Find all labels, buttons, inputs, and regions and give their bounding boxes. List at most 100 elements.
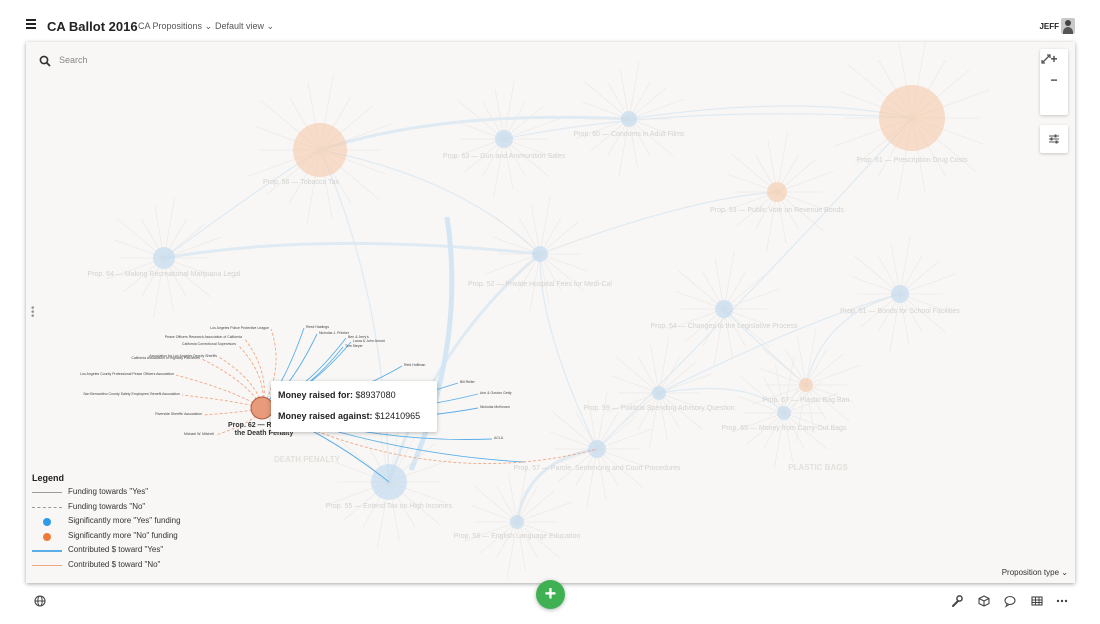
legend-item: Significantly more "No" funding: [32, 531, 232, 546]
proposition-type-dropdown[interactable]: Proposition type ⌄: [1002, 568, 1068, 577]
background-edge: [163, 241, 541, 260]
node-prop-62-focused[interactable]: [250, 396, 274, 420]
node-label[interactable]: Prop. 60 — Condoms in Adult Films: [574, 131, 685, 138]
node-label[interactable]: Prop. 54 — Changes to the Legislative Pr…: [650, 323, 798, 330]
legend-line-icon: [32, 492, 62, 493]
globe-icon[interactable]: [33, 594, 47, 608]
legend-title: Legend: [32, 473, 65, 483]
background-spoke: [805, 365, 860, 386]
node-proposition[interactable]: [510, 515, 524, 529]
background-spoke: [495, 216, 541, 255]
contributor-label: San Bernardino County Safety Employees' …: [83, 392, 180, 396]
contributor-label: Nicholas McKeown: [480, 405, 510, 409]
sliders-icon: [1049, 134, 1059, 144]
node-label[interactable]: Prop. 57 — Parole, Sentencing and Court …: [514, 465, 681, 472]
search-input[interactable]: [57, 54, 261, 66]
contributor-label: Riverside Sheriffs' Association: [155, 412, 202, 416]
more-options-icon[interactable]: [1055, 594, 1069, 608]
dataset-dropdown[interactable]: CA Propositions ⌄: [138, 21, 212, 32]
node-proposition[interactable]: [293, 123, 347, 177]
node-label[interactable]: Prop. 52 — Private Hospital Fees for Med…: [468, 281, 612, 288]
node-label[interactable]: Prop. 59 — Political Spending Advisory Q…: [583, 405, 734, 412]
contributor-label: ACLU: [494, 436, 504, 440]
background-spoke: [516, 521, 561, 559]
background-spoke: [740, 376, 785, 414]
legend-dot-icon: [43, 518, 51, 526]
node-proposition[interactable]: [879, 85, 945, 151]
background-spoke: [516, 490, 555, 523]
contributor-label: California Association of Highway Patrol…: [131, 356, 200, 360]
tooltip-for-row: Money raised for: $8937080: [278, 390, 396, 400]
node-proposition[interactable]: [652, 386, 666, 400]
contributor-label: Laura & John Arnold: [353, 339, 385, 343]
legend: Legend Funding towards "Yes" Funding towa…: [32, 473, 232, 574]
group-label-death-penalty: DEATH PENALTY: [274, 455, 341, 464]
node-label[interactable]: Prop. 58 — English Language Education: [454, 533, 581, 540]
legend-item: Funding towards "Yes": [32, 487, 232, 502]
node-label[interactable]: Prop. 61 — Prescription Drug Costs: [856, 157, 968, 164]
hamburger-menu-icon[interactable]: [26, 19, 36, 29]
legend-item-label: Funding towards "Yes": [68, 487, 149, 496]
background-spoke: [615, 356, 660, 394]
node-proposition[interactable]: [777, 406, 791, 420]
node-label[interactable]: Prop. 51 — Bonds for School Facilities: [840, 308, 960, 315]
contributor-label: Tom Steyer: [345, 344, 364, 348]
contributor-label: Reid Hoffman: [404, 363, 425, 367]
node-label[interactable]: Prop. 64 — Making Recreational Marijuana…: [88, 271, 241, 278]
node-proposition[interactable]: [495, 130, 513, 148]
background-spoke: [612, 375, 660, 394]
contributor-label: Nicholas J. Pritzker: [319, 331, 350, 335]
node-tooltip: Money raised for: $8937080 Money raised …: [271, 381, 437, 432]
legend-line-icon: [32, 550, 62, 552]
node-proposition[interactable]: [532, 246, 548, 262]
top-bar: CA Ballot 2016 CA Propositions ⌄ Default…: [0, 0, 1100, 42]
node-proposition[interactable]: [621, 111, 637, 127]
background-spoke: [762, 348, 807, 386]
legend-item-label: Contributed $ toward "Yes": [68, 545, 164, 554]
tooltip-against-value: $12410965: [375, 411, 421, 421]
node-label[interactable]: Prop. 56 — Tobacco Tax: [263, 179, 340, 186]
drag-handle-icon[interactable]: • • •: [31, 304, 35, 322]
node-proposition[interactable]: [891, 285, 909, 303]
background-spoke: [473, 485, 518, 523]
contributor-label: Bill Reller: [460, 380, 476, 384]
cube-icon[interactable]: [977, 594, 991, 608]
comment-icon[interactable]: [1003, 594, 1017, 608]
contribution-no-edge: [181, 394, 263, 409]
node-proposition[interactable]: [767, 182, 787, 202]
tooltip-against-row: Money raised against: $12410965: [278, 411, 420, 421]
node-label[interactable]: Prop. 67 — Plastic Bag Ban: [763, 397, 850, 404]
view-dropdown[interactable]: Default view ⌄: [215, 21, 274, 32]
add-button[interactable]: +: [536, 580, 565, 609]
background-spoke: [584, 81, 630, 120]
node-proposition[interactable]: [153, 247, 175, 269]
node-proposition[interactable]: [799, 378, 813, 392]
dataset-label: CA Propositions: [138, 21, 203, 31]
table-icon[interactable]: [1030, 594, 1044, 608]
background-spoke: [759, 367, 807, 386]
fit-to-screen-button[interactable]: [1040, 54, 1068, 112]
node-label[interactable]: Prop. 55 — Extend Tax on High Incomes: [326, 503, 453, 510]
legend-item: Significantly more "Yes" funding: [32, 516, 232, 531]
graph-canvas[interactable]: DEATH PENALTY PLASTIC BAGS Prop. 56 — Toba…: [26, 42, 1075, 583]
contributor-label: Michael W. Mitchell: [184, 432, 214, 436]
legend-item-label: Contributed $ toward "No": [68, 559, 161, 569]
wrench-icon[interactable]: [950, 594, 964, 608]
contribution-no-edge: [175, 374, 263, 409]
node-proposition[interactable]: [715, 300, 733, 318]
user-name[interactable]: JEFF: [1039, 22, 1059, 31]
contributor-label: Peace Officers Research Association of C…: [165, 335, 242, 339]
node-label[interactable]: Prop. 63 — Gun and Ammunition Sales: [443, 153, 566, 160]
background-edge: [539, 191, 778, 255]
node-label[interactable]: Prop. 65 — Money from Carry-Out Bags: [722, 425, 847, 432]
background-edge: [408, 216, 455, 471]
node-label[interactable]: Prop. 53 — Public Vote on Revenue Bonds: [710, 207, 844, 214]
chevron-down-icon: ⌄: [204, 21, 213, 31]
node-proposition[interactable]: [588, 440, 606, 458]
legend-item: Contributed $ toward "No": [32, 560, 232, 575]
filter-settings-button[interactable]: [1040, 125, 1068, 153]
avatar[interactable]: [1061, 18, 1075, 34]
contributor-label: Los Angeles Police Protective League: [210, 326, 269, 330]
zoom-out-button[interactable]: −: [1040, 70, 1068, 91]
background-edge: [319, 149, 390, 483]
